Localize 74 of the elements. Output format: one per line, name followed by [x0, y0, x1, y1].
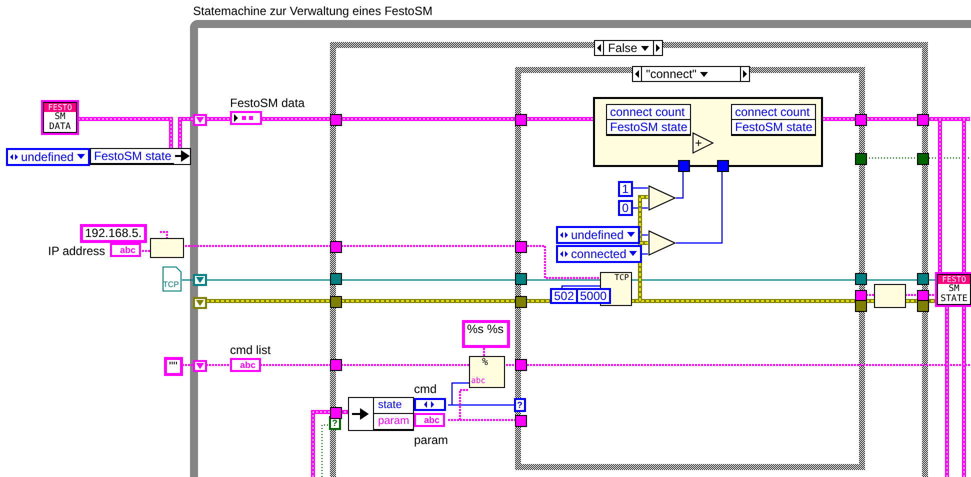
tunnel	[917, 273, 929, 285]
build-path-node	[150, 238, 184, 258]
dropdown-caret-icon	[76, 154, 85, 160]
tunnel	[917, 300, 929, 312]
string-constant[interactable]: ""	[164, 357, 183, 376]
cluster-field: FestoSM state	[732, 120, 816, 135]
shift-register-icon	[193, 360, 207, 372]
numeric-constant[interactable]: 5000	[576, 288, 611, 304]
tunnel	[855, 300, 867, 312]
tunnel	[855, 153, 867, 165]
indicator-label: cmd list	[230, 343, 271, 357]
cluster-field: FestoSM state	[91, 149, 174, 164]
numeric-constant[interactable]: 1	[618, 181, 633, 197]
typedef-constant: FESTO SM DATA	[43, 102, 77, 133]
spin-arrows-icon	[560, 250, 568, 258]
tunnel	[917, 153, 929, 165]
format-tag: abc	[471, 376, 486, 385]
tunnel	[515, 273, 527, 285]
tunnel	[515, 296, 527, 308]
convert-node	[874, 284, 906, 308]
string-constant[interactable]: 192.168.5.	[80, 224, 147, 243]
cluster-field: connect count	[732, 105, 816, 120]
dropdown-caret-icon	[640, 46, 649, 52]
tcp-tag: TCP	[614, 273, 629, 282]
tunnel	[515, 415, 527, 427]
dropdown-caret-icon	[626, 232, 635, 238]
indicator-label: cmd	[414, 382, 437, 396]
tunnel	[515, 241, 527, 253]
wire-label: FestoSM data	[230, 96, 305, 110]
enum-constant[interactable]: undefined	[556, 226, 640, 244]
numeric-constant[interactable]: 502	[550, 288, 578, 304]
cluster-field: state	[374, 398, 414, 414]
tunnel	[515, 114, 527, 126]
string-indicator: abc	[414, 413, 445, 427]
tunnel	[330, 241, 342, 253]
tunnel	[855, 114, 867, 126]
case-selector-terminal: ?	[514, 398, 526, 412]
cluster-indicator-icon	[230, 111, 262, 125]
spin-arrows-icon	[560, 231, 568, 239]
cluster-field: connect count	[607, 105, 690, 120]
tunnel	[330, 407, 342, 419]
right-arrow-icon[interactable]	[654, 41, 662, 55]
select-node	[648, 230, 676, 256]
shift-register-icon	[193, 114, 207, 126]
indicator-label: param	[414, 433, 448, 447]
tunnel	[330, 359, 342, 371]
dropdown-caret-icon	[700, 72, 708, 78]
enum-constant[interactable]: undefined	[6, 148, 90, 166]
loop-label: Statemachine zur Verwaltung eines FestoSM	[193, 4, 432, 18]
string-constant[interactable]: %s %s	[462, 320, 510, 348]
right-arrow-icon[interactable]	[741, 67, 749, 81]
tunnel	[515, 359, 527, 371]
tunnel	[330, 114, 342, 126]
shift-register-icon	[193, 297, 207, 309]
string-indicator: abc	[230, 358, 261, 372]
dropdown-caret-icon	[629, 251, 638, 257]
tunnel	[330, 273, 342, 285]
numeric-constant[interactable]: 0	[618, 200, 633, 216]
tunnel	[678, 160, 690, 172]
tunnel	[717, 160, 729, 172]
tunnel	[330, 296, 342, 308]
spin-arrows-icon	[10, 153, 18, 161]
document-icon	[162, 266, 182, 292]
tunnel	[855, 273, 867, 285]
select-node	[648, 185, 676, 211]
format-symbol: %	[482, 357, 488, 368]
tunnel	[917, 114, 929, 126]
add-operator: +	[695, 136, 702, 150]
shift-register-icon	[193, 274, 207, 286]
control-label: IP address	[48, 244, 106, 258]
enum-constant[interactable]: connected	[556, 245, 642, 263]
cluster-field: param	[374, 414, 414, 430]
cluster-field: FestoSM state	[607, 120, 690, 135]
typedef-constant: FESTO SM STATE	[937, 274, 971, 305]
